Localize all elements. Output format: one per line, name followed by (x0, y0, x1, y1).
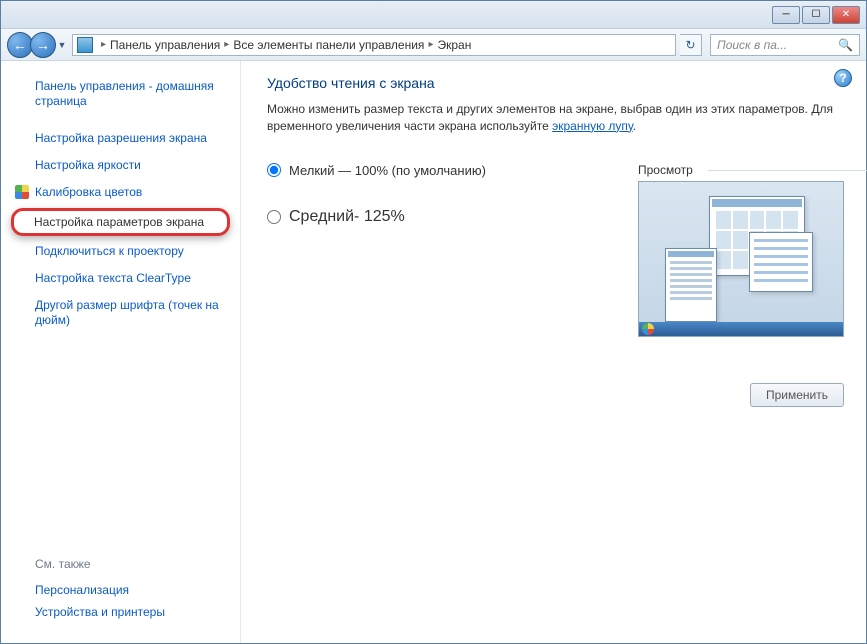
titlebar: ─ ☐ ✕ (1, 1, 866, 29)
search-input[interactable]: Поиск в па... 🔍 (710, 34, 860, 56)
preview-section: Просмотр (638, 163, 844, 337)
sidebar: Панель управления - домашняя страница На… (1, 61, 241, 643)
breadcrumb-sep-icon: ▸ (428, 39, 433, 50)
radio-medium-label: Средний- 125% (289, 208, 405, 226)
breadcrumb-sep-icon: ▸ (224, 39, 229, 50)
history-dropdown[interactable]: ▼ (56, 35, 68, 55)
refresh-button[interactable]: ↻ (680, 34, 702, 56)
forward-button[interactable]: → (30, 32, 56, 58)
sidebar-display-settings-highlight: Настройка параметров экрана (11, 208, 230, 236)
maximize-button[interactable]: ☐ (802, 6, 830, 24)
help-icon[interactable]: ? (834, 69, 852, 87)
preview-image (638, 181, 844, 337)
seealso-header: См. также (35, 557, 222, 571)
sidebar-brightness[interactable]: Настройка яркости (1, 152, 240, 179)
sidebar-home[interactable]: Панель управления - домашняя страница (1, 73, 240, 115)
sidebar-resolution[interactable]: Настройка разрешения экрана (1, 125, 240, 152)
radio-medium[interactable]: Средний- 125% (267, 208, 486, 226)
sidebar-seealso: См. также Персонализация Устройства и пр… (1, 545, 240, 643)
radio-medium-input[interactable] (267, 210, 281, 224)
radio-small-label: Мелкий — 100% (по умолчанию) (289, 163, 486, 178)
close-button[interactable]: ✕ (832, 6, 860, 24)
seealso-personalization[interactable]: Персонализация (35, 579, 222, 601)
search-placeholder: Поиск в па... (717, 38, 787, 52)
options-row: Мелкий — 100% (по умолчанию) Средний- 12… (267, 163, 844, 337)
window: ─ ☐ ✕ ← → ▼ ▸ Панель управления ▸ Все эл… (0, 0, 867, 644)
nav-buttons: ← → ▼ (7, 32, 68, 58)
sidebar-projector[interactable]: Подключиться к проектору (1, 238, 240, 265)
apply-button[interactable]: Применить (750, 383, 844, 407)
sidebar-dpi[interactable]: Другой размер шрифта (точек на дюйм) (1, 292, 240, 334)
address-bar[interactable]: ▸ Панель управления ▸ Все элементы панел… (72, 34, 676, 56)
magnifier-link[interactable]: экранную лупу (552, 119, 633, 133)
control-panel-icon (77, 37, 93, 53)
page-title: Удобство чтения с экрана (267, 75, 844, 91)
content: ? Удобство чтения с экрана Можно изменит… (241, 61, 866, 643)
sidebar-cleartype[interactable]: Настройка текста ClearType (1, 265, 240, 292)
breadcrumb-3[interactable]: Экран (437, 38, 471, 52)
body: Панель управления - домашняя страница На… (1, 61, 866, 643)
seealso-devices[interactable]: Устройства и принтеры (35, 601, 222, 623)
radio-small-input[interactable] (267, 163, 281, 177)
preview-header: Просмотр (638, 163, 844, 177)
breadcrumb-2[interactable]: Все элементы панели управления (233, 38, 424, 52)
breadcrumb-sep-icon: ▸ (101, 39, 106, 50)
search-icon: 🔍 (838, 38, 853, 52)
breadcrumb-1[interactable]: Панель управления (110, 38, 220, 52)
page-description: Можно изменить размер текста и других эл… (267, 101, 844, 135)
radio-small[interactable]: Мелкий — 100% (по умолчанию) (267, 163, 486, 178)
sidebar-display-settings[interactable]: Настройка параметров экрана (34, 215, 221, 229)
navbar: ← → ▼ ▸ Панель управления ▸ Все элементы… (1, 29, 866, 61)
minimize-button[interactable]: ─ (772, 6, 800, 24)
sidebar-calibration[interactable]: Калибровка цветов (1, 179, 240, 206)
radio-group: Мелкий — 100% (по умолчанию) Средний- 12… (267, 163, 486, 337)
